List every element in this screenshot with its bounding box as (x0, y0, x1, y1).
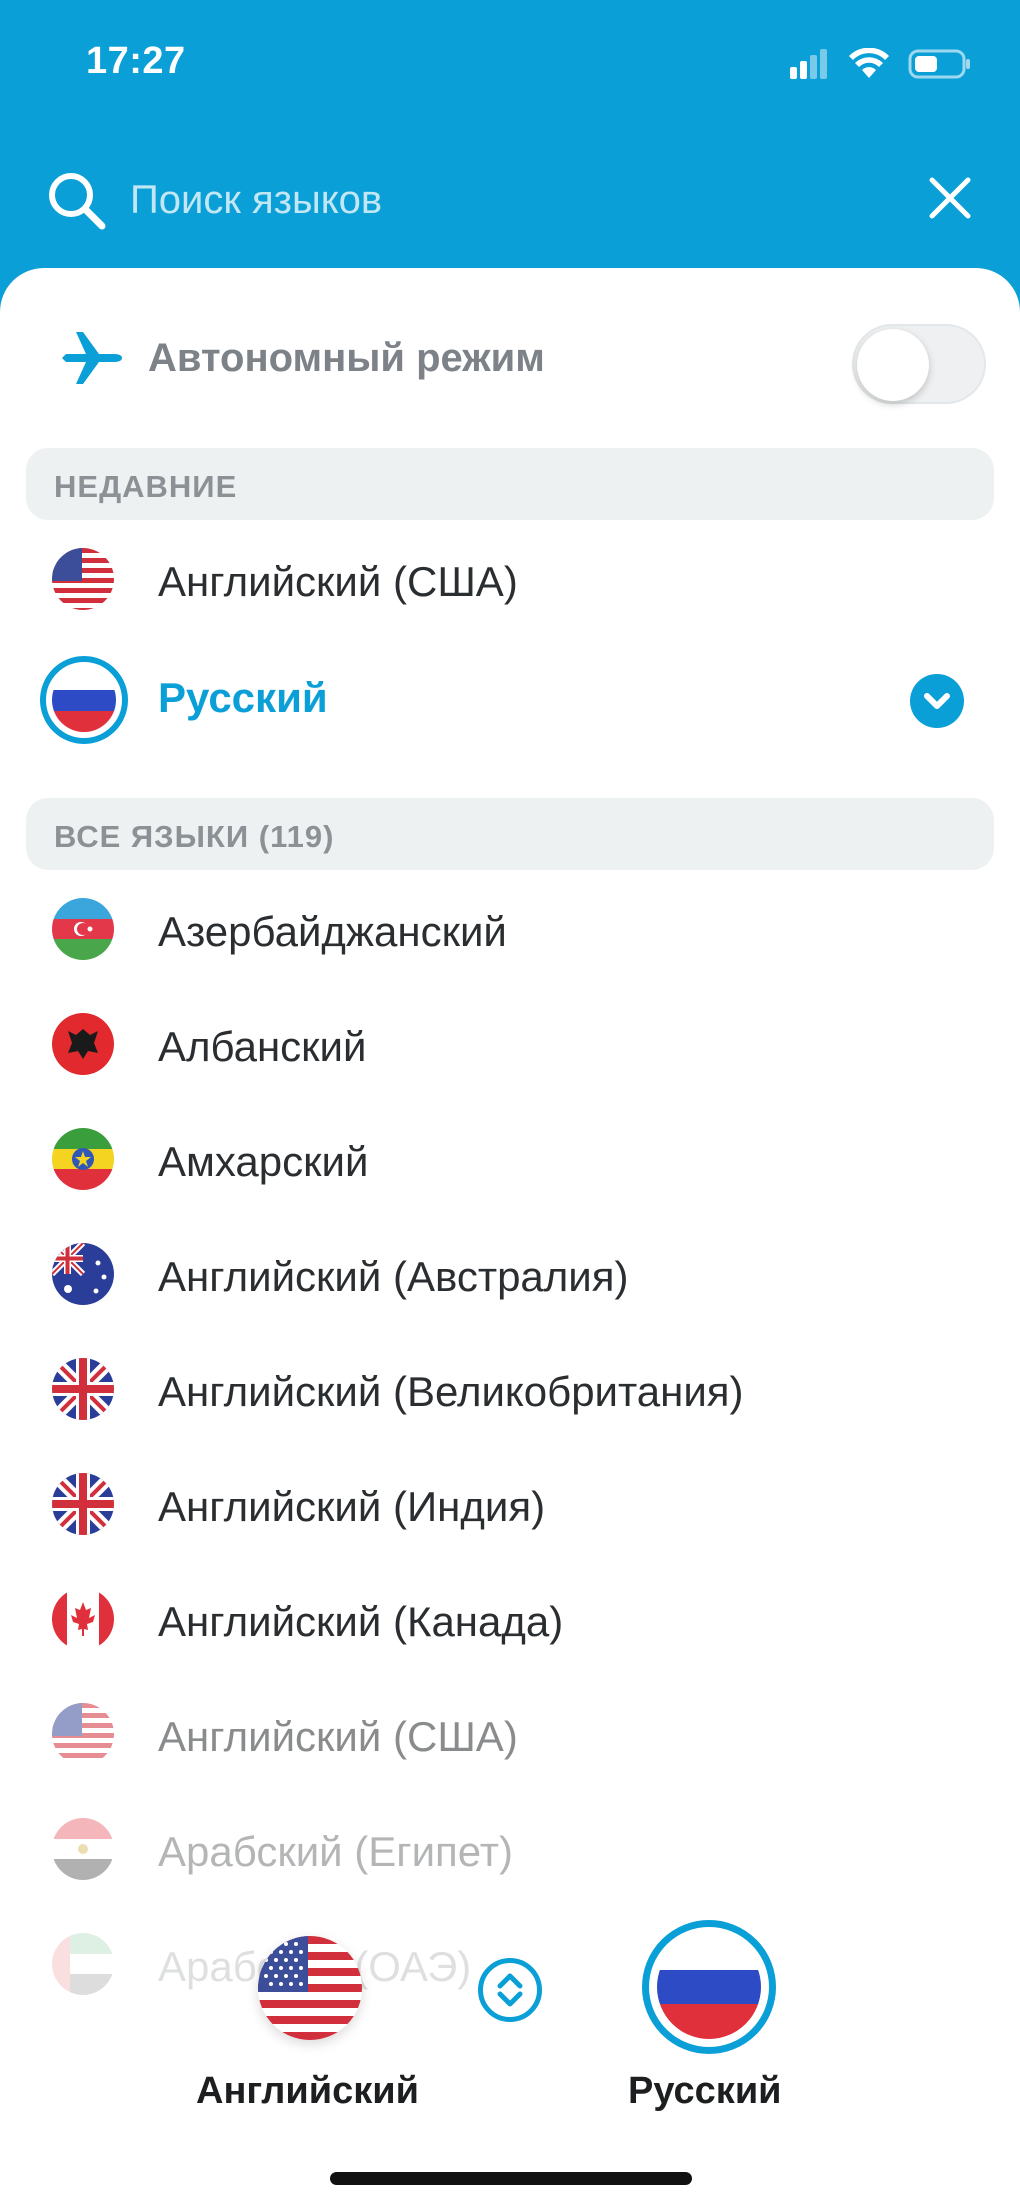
al-flag-icon (52, 1013, 114, 1075)
list-item[interactable]: Английский (Канада) (0, 1562, 1020, 1677)
language-name: Английский (Австралия) (158, 1253, 629, 1300)
recent-item-en-us[interactable]: Английский (США) (0, 522, 1020, 637)
ru-flag-icon (52, 668, 116, 732)
signal-icon (790, 49, 827, 79)
offline-mode-label: Автономный режим (148, 336, 545, 380)
language-name: Английский (Канада) (158, 1598, 564, 1645)
language-pair-bar: Английский Русский (0, 1880, 1020, 2207)
chevron-down-icon[interactable] (910, 674, 964, 728)
language-name: Амхарский (158, 1138, 369, 1185)
ru-flag-icon (657, 1935, 761, 2039)
search-icon (49, 173, 106, 230)
toggle-knob (857, 329, 929, 401)
list-item[interactable]: Английский (Великобритания) (0, 1332, 1020, 1447)
eg-flag-icon (52, 1818, 114, 1880)
battery-icon (908, 49, 970, 79)
language-name: Английский (Великобритания) (158, 1368, 744, 1415)
language-name: Английский (Индия) (158, 1483, 546, 1530)
list-item[interactable]: Амхарский (0, 1102, 1020, 1217)
au-flag-icon (52, 1243, 114, 1305)
search-input[interactable] (130, 168, 890, 232)
target-language-flag[interactable] (642, 1920, 776, 2054)
offline-mode-row: Автономный режим (0, 308, 1020, 408)
offline-mode-toggle[interactable] (852, 324, 986, 404)
airplane-icon (62, 332, 122, 384)
home-indicator (330, 2172, 692, 2185)
status-time: 17:27 (86, 40, 186, 82)
us-flag-icon (52, 1703, 114, 1765)
wifi-icon (849, 48, 889, 78)
gb-flag-icon (52, 1358, 114, 1420)
az-flag-icon (52, 898, 114, 960)
swap-languages-button[interactable] (478, 1958, 542, 2022)
search-bar (0, 150, 1020, 250)
gb-flag-icon (52, 1473, 114, 1535)
recent-section-header: НЕДАВНИЕ (26, 448, 994, 520)
language-name: Английский (США) (158, 1713, 518, 1760)
list-item[interactable]: Английский (США) (0, 1677, 1020, 1792)
selected-ring (40, 656, 128, 744)
target-language-label[interactable]: Русский (628, 2070, 782, 2113)
list-item[interactable]: Албанский (0, 987, 1020, 1102)
et-flag-icon (52, 1128, 114, 1190)
language-name-selected: Русский (158, 674, 328, 721)
list-item[interactable]: Английский (Австралия) (0, 1217, 1020, 1332)
language-name: Арабский (Египет) (158, 1828, 513, 1875)
language-name: Азербайджанский (158, 908, 507, 955)
language-name: Английский (США) (158, 558, 518, 605)
all-languages-section-header: ВСЕ ЯЗЫКИ (119) (26, 798, 994, 870)
status-bar: 17:27 (0, 0, 1020, 130)
list-item[interactable]: Азербайджанский (0, 872, 1020, 987)
us-flag-icon (258, 1936, 362, 2040)
list-item[interactable]: Английский (Индия) (0, 1447, 1020, 1562)
swap-icon (497, 1973, 523, 2007)
source-language-label[interactable]: Английский (196, 2070, 419, 2113)
recent-header-label: НЕДАВНИЕ (54, 469, 238, 504)
recent-item-ru-selected[interactable]: Русский (0, 646, 1020, 761)
language-name: Албанский (158, 1023, 367, 1070)
source-language-flag[interactable] (258, 1936, 362, 2040)
ca-flag-icon (52, 1588, 114, 1650)
all-languages-header-label: ВСЕ ЯЗЫКИ (119) (54, 819, 335, 854)
close-icon[interactable] (928, 176, 972, 220)
status-icons (790, 48, 972, 80)
us-flag-icon (52, 548, 114, 610)
